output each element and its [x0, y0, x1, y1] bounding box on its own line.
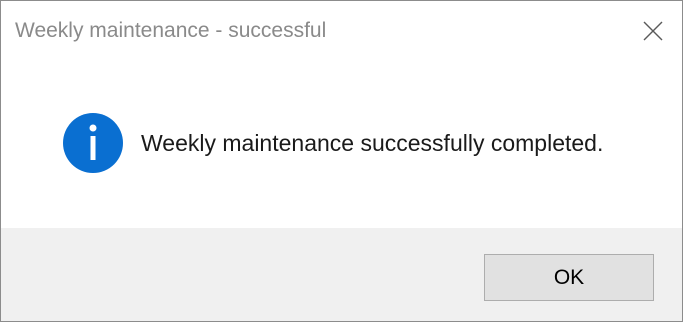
button-bar: OK — [1, 228, 682, 321]
dialog-content: Weekly maintenance successfully complete… — [1, 61, 682, 228]
info-icon — [63, 113, 123, 173]
close-button[interactable] — [624, 1, 682, 61]
title-bar[interactable]: Weekly maintenance - successful — [1, 1, 682, 61]
close-icon — [643, 21, 663, 41]
message-dialog: Weekly maintenance - successful Weekly m… — [0, 0, 683, 322]
window-title: Weekly maintenance - successful — [15, 19, 327, 42]
ok-button[interactable]: OK — [484, 254, 654, 301]
message-text: Weekly maintenance successfully complete… — [141, 130, 604, 156]
